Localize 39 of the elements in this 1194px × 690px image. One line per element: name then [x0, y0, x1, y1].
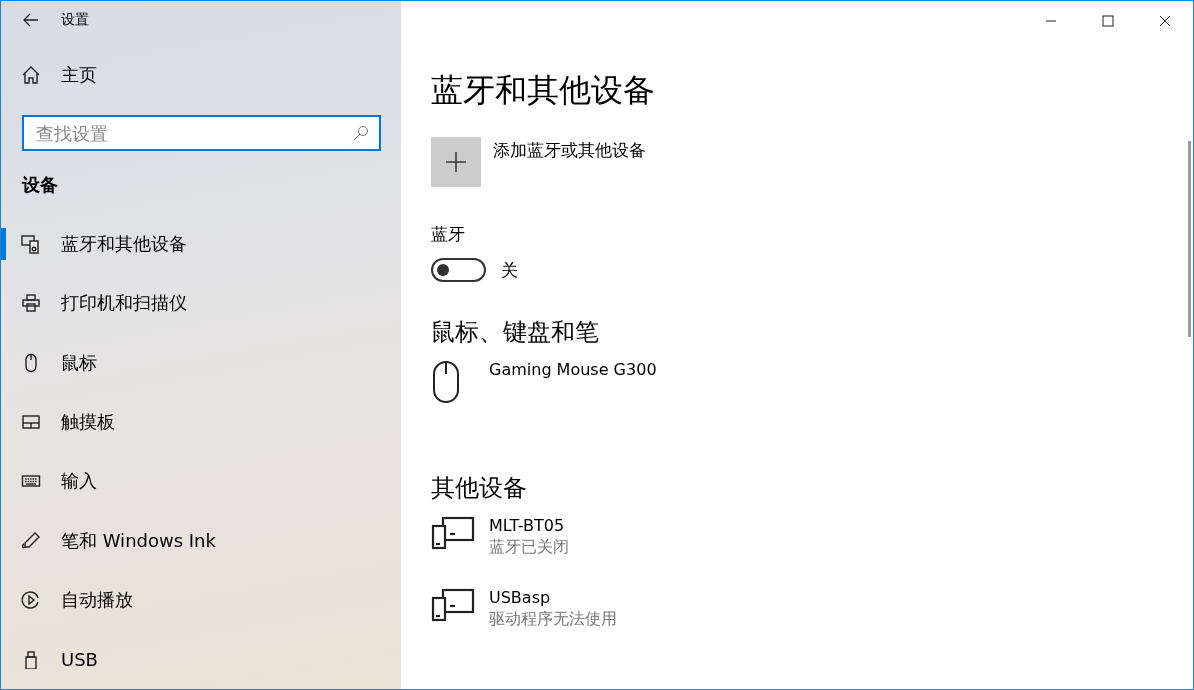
window-title: 设置: [61, 11, 89, 29]
switch-state: 关: [501, 258, 518, 282]
sidebar-item[interactable]: 笔和 Windows Ink: [1, 510, 401, 571]
sidebar-item[interactable]: 打印机和扫描仪: [1, 273, 401, 333]
bluetooth-label: 蓝牙: [431, 223, 466, 246]
plus-icon: [445, 151, 467, 173]
add-device-button[interactable]: [431, 137, 481, 187]
printer-icon: [21, 293, 41, 314]
mouse-icon: [431, 360, 461, 404]
home-icon: [21, 64, 41, 85]
device-status: 驱动程序无法使用: [489, 609, 617, 630]
sidebar-item[interactable]: 鼠标: [1, 333, 401, 393]
pen-icon: [21, 530, 41, 551]
add-device-link[interactable]: 添加蓝牙或其他设备: [493, 139, 646, 162]
section-heading: 鼠标、键盘和笔: [431, 317, 600, 348]
sidebar-item[interactable]: 自动播放: [1, 570, 401, 630]
sidebar-item[interactable]: 触摸板: [1, 392, 401, 452]
scrollbar[interactable]: [1188, 141, 1191, 337]
close-icon: [1158, 15, 1171, 27]
sidebar-item[interactable]: 输入: [1, 451, 401, 511]
page-title: 蓝牙和其他设备: [431, 70, 656, 111]
section-heading: 其他设备: [431, 473, 528, 504]
search-icon: [353, 125, 369, 142]
bluetooth-switch[interactable]: [431, 258, 486, 282]
sidebar-item[interactable]: USB: [1, 629, 401, 689]
device-name[interactable]: Gaming Mouse G300: [489, 360, 657, 379]
bluetooth-devices-icon: [21, 234, 41, 254]
device-name[interactable]: USBasp: [489, 588, 617, 607]
maximize-icon: [1101, 15, 1114, 27]
autoplay-icon: [21, 589, 41, 610]
device-name[interactable]: MLT-BT05: [489, 516, 569, 535]
search-field[interactable]: 查找设置: [22, 115, 381, 152]
device-icon: [431, 588, 475, 622]
section-heading: 设备: [20, 173, 59, 198]
sidebar-item[interactable]: 蓝牙和其他设备: [1, 214, 401, 274]
device-icon: [431, 516, 475, 550]
device-status: 蓝牙已关闭: [489, 537, 569, 558]
back-arrow-icon: [23, 13, 39, 27]
home-link[interactable]: 主页: [1, 45, 401, 105]
